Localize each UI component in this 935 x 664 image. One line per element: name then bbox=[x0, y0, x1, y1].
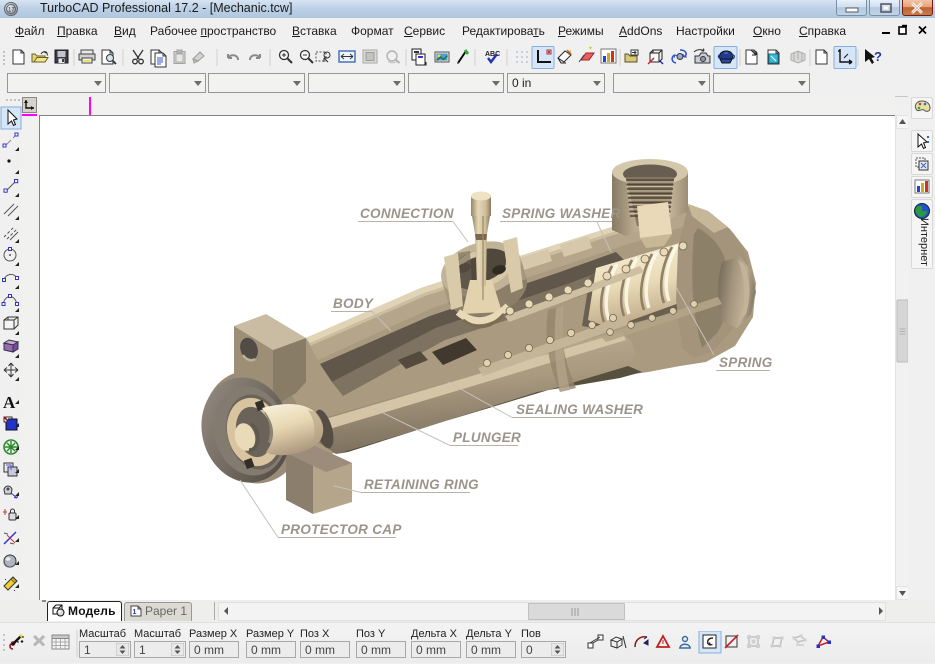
svg-text:BODY: BODY bbox=[333, 296, 375, 311]
svg-text:SEALING WASHER: SEALING WASHER bbox=[516, 402, 643, 417]
svg-text:?: ? bbox=[874, 49, 882, 64]
svg-text:PLUNGER: PLUNGER bbox=[453, 430, 521, 445]
svg-text:1: 1 bbox=[133, 609, 137, 616]
svg-text:RETAINING RING: RETAINING RING bbox=[364, 477, 479, 492]
svg-text:17: 17 bbox=[8, 8, 15, 14]
svg-text:Y: Y bbox=[567, 51, 571, 57]
svg-text:CONNECTION: CONNECTION bbox=[360, 206, 454, 221]
svg-text:ABC: ABC bbox=[485, 51, 500, 58]
svg-text:PROTECTOR CAP: PROTECTOR CAP bbox=[281, 522, 402, 537]
svg-text:SPRING WASHER: SPRING WASHER bbox=[502, 206, 621, 221]
svg-text:✦: ✦ bbox=[588, 45, 593, 52]
svg-text:A: A bbox=[3, 393, 16, 412]
svg-text:SPRING: SPRING bbox=[719, 355, 773, 370]
